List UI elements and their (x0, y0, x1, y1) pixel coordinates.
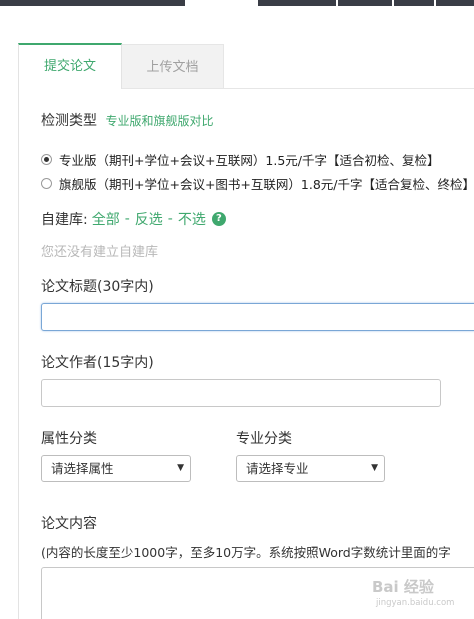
radio-flagship[interactable] (41, 178, 52, 189)
custom-library-row: 自建库: 全部 - 反选 - 不选 ? (41, 209, 226, 229)
no-library-hint: 您还没有建立自建库 (41, 245, 159, 260)
paper-title-input[interactable] (41, 303, 474, 331)
library-invert-selection[interactable]: 反选 (135, 209, 163, 229)
top-nav-segment (436, 0, 474, 6)
tab-upload-document[interactable]: 上传文档 (122, 44, 224, 89)
library-select-all[interactable]: 全部 (92, 209, 120, 229)
watermark-text: Bai 经验 (372, 578, 434, 596)
major-category-label: 专业分类 (236, 431, 292, 447)
paper-author-label: 论文作者(15字内) (41, 355, 154, 371)
tab-bar: 提交论文 上传文档 (18, 43, 474, 89)
baidu-jingyan-watermark: Bai 经验 jingyan.baidu.com (366, 574, 470, 614)
library-select-none[interactable]: 不选 (178, 209, 206, 229)
top-nav-segment (258, 0, 336, 6)
detect-option-professional[interactable]: 专业版（期刊+学位+会议+互联网）1.5元/千字【适合初检、复检】 (41, 150, 440, 169)
paper-author-input[interactable] (41, 379, 441, 407)
custom-library-label: 自建库: (41, 212, 88, 228)
caret-down-icon: ▼ (177, 463, 184, 473)
question-circle-icon[interactable]: ? (211, 212, 226, 226)
top-nav-segment (394, 0, 434, 6)
watermark-url: jingyan.baidu.com (376, 598, 455, 608)
separator: - (124, 211, 130, 227)
major-select-value: 请选择专业 (246, 461, 309, 476)
separator: - (167, 211, 173, 227)
top-nav-segment (338, 0, 392, 6)
tab-submit-paper[interactable]: 提交论文 (18, 43, 122, 89)
content-length-note: (内容的长度至少1000字，至多10万字。系统按照Word字数统计里面的字 (41, 545, 451, 560)
top-nav-bar (0, 0, 474, 6)
detect-option-flagship[interactable]: 旗舰版（期刊+学位+会议+图书+互联网）1.8元/千字【适合复检、终检】 (41, 174, 474, 193)
detect-option-label: 旗舰版（期刊+学位+会议+图书+互联网）1.8元/千字【适合复检、终检】 (59, 177, 474, 192)
paper-content-label: 论文内容 (41, 516, 97, 532)
attribute-category-label: 属性分类 (41, 431, 97, 447)
detect-type-label: 检测类型 (41, 113, 97, 129)
detect-option-label: 专业版（期刊+学位+会议+互联网）1.5元/千字【适合初检、复检】 (59, 153, 440, 168)
detect-type-heading: 检测类型 专业版和旗舰版对比 (41, 110, 213, 130)
caret-down-icon: ▼ (371, 463, 378, 473)
compare-versions-link[interactable]: 专业版和旗舰版对比 (105, 114, 213, 128)
attribute-select[interactable]: 请选择属性 ▼ (41, 455, 191, 482)
attribute-select-value: 请选择属性 (51, 461, 114, 476)
radio-professional[interactable] (41, 154, 52, 165)
top-nav-segment (0, 0, 185, 6)
major-select[interactable]: 请选择专业 ▼ (236, 455, 385, 482)
paper-title-label: 论文标题(30字内) (41, 279, 154, 295)
